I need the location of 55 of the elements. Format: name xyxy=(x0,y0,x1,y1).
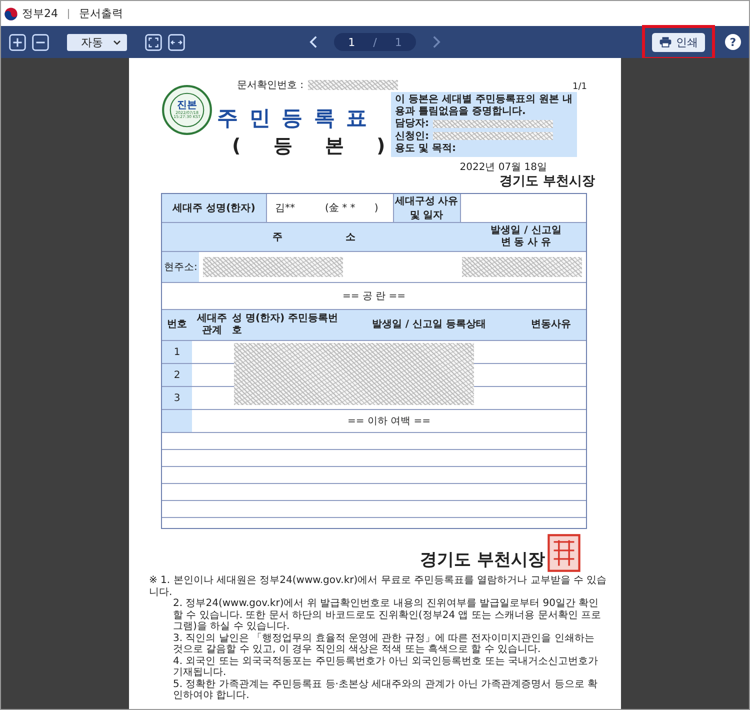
previous-page-icon[interactable] xyxy=(309,35,318,49)
issuer-name: 경기도 부천시장 xyxy=(499,173,595,190)
emblem-icon xyxy=(4,6,18,20)
footnote: ※ 1. 본인이나 세대원은 정부24(www.gov.kr)에서 무료로 주민등록표를 열람하거나 교부받을 수 있습니다. xyxy=(149,575,607,598)
zoom-dropdown[interactable]: 자동 xyxy=(67,34,127,50)
app-title: 정부24 xyxy=(22,6,58,21)
table-header-cell: 세대주 성명(한자) xyxy=(162,194,267,222)
stamp-title: 진본 xyxy=(177,101,197,111)
confirm-number-label: 문서확인번호 : xyxy=(237,79,304,92)
notice-field-label: 신청인: xyxy=(395,130,429,142)
table-header-cell-text: 변동사유 xyxy=(530,319,572,331)
page-separator: / xyxy=(373,36,377,48)
table-header-cell: 변 동 사 유 xyxy=(500,237,552,249)
certification-stamp-icon xyxy=(161,84,213,136)
row-number-cell: 2 xyxy=(162,364,192,386)
table-header-cell-text: 성 명(한자) 주민등록번호 xyxy=(232,313,340,337)
help-button[interactable]: ? xyxy=(725,34,741,50)
current-page[interactable]: 1 xyxy=(348,36,356,48)
notice-field-label: 용도 및 목적: xyxy=(395,143,456,154)
page-count: 1/1 xyxy=(572,82,587,92)
footnote: 5. 정확한 가족관계는 주민등록표 등·초본상 세대주와의 관계가 아닌 가족관계증명서 등으로 확인하여야 합니다. xyxy=(172,678,599,702)
table-header-cell-text: 주 소 xyxy=(271,231,357,244)
row-number-cell: 3 xyxy=(162,387,192,409)
official-seal-icon xyxy=(547,533,581,573)
footnote: 2. 정부24(www.gov.kr)에서 위 발급확인번호로 내용의 진위여부를 발급일로부터 90일간 확인할 수 있습니다. 또한 문서 하단의 바코드로도 진위확인(정부24 앱 또는 스캐너용 문서확인 프로그램)을 하실 수 있습니다. xyxy=(172,598,602,632)
total-pages: 1 xyxy=(394,36,402,48)
next-page-icon[interactable] xyxy=(432,35,441,49)
window-title: 문서출력 xyxy=(79,6,123,21)
table-header-cell-text: 발생일 / 신고일 등록상태 xyxy=(370,319,488,331)
table-cell-text: == 이하 여백 == xyxy=(346,415,432,428)
footnote: 3. 직인의 날인은 「행정업무의 효율적 운영에 관한 규정」에 따른 전자이미지관인을 인쇄하는 것으로 갈음할 수 있고, 이 경우 직인의 색상은 적색 또는 흑색으로 할 수 있습니다. xyxy=(172,632,596,656)
print-button[interactable]: 인쇄 xyxy=(652,32,705,52)
table-header-cell-text: 번호 xyxy=(166,319,188,331)
row-number-cell: 1 xyxy=(162,341,192,363)
issuer-name: 경기도 부천시장 xyxy=(420,549,545,571)
table-header-cell: 현주소: xyxy=(162,252,200,282)
row-number-cell xyxy=(162,410,192,432)
document-subtitle: ( 등 본 ) xyxy=(231,134,386,159)
zoom-out-icon[interactable] xyxy=(32,34,49,50)
table-cell-text: == 공 란 == xyxy=(341,290,407,303)
table-cell-text: (金 * * ) xyxy=(325,202,378,215)
notice-text: 이 등본은 세대별 주민등록표의 원본 내용과 틀림없음을 증명합니다. xyxy=(395,94,573,117)
table-header-cell-text: 세대주 관계 xyxy=(196,313,228,337)
table-cell-text: 김** xyxy=(275,202,295,215)
fit-width-icon[interactable] xyxy=(168,34,185,50)
zoom-in-icon[interactable] xyxy=(9,34,26,50)
table-header-cell: 발생일 / 신고일 xyxy=(490,225,562,237)
fit-page-icon[interactable] xyxy=(145,34,162,50)
printer-icon xyxy=(659,36,672,48)
footnote: 4. 외국인 또는 외국국적동포는 주민등록번호가 아닌 외국인등록번호 또는 국내거소신고번호가 기재됩니다. xyxy=(172,656,599,678)
document-title: 주 민 등 록 표 xyxy=(217,105,367,132)
notice-field-label: 담당자: xyxy=(395,118,429,130)
issue-date: 2022년 07월 18일 xyxy=(460,160,547,174)
caret-icon xyxy=(113,40,121,44)
table-header-cell: 세대구성 사유 및 일자 xyxy=(392,194,460,222)
